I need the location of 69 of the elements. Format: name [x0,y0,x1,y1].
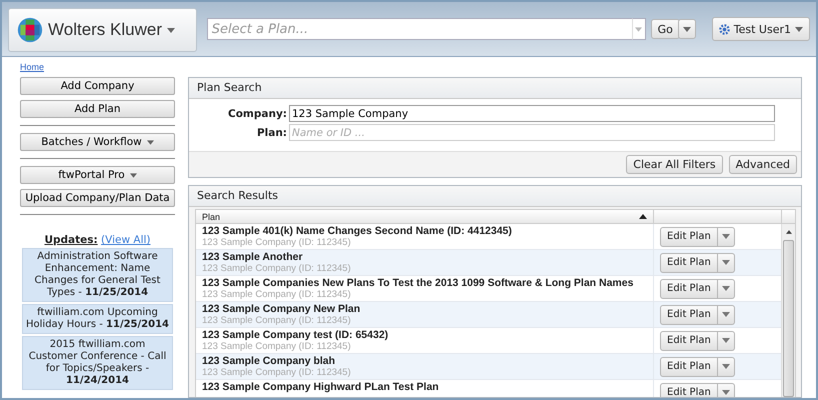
edit-plan-button[interactable]: Edit Plan [660,304,718,324]
plan-name[interactable]: 123 Sample Companies New Plans To Test the 2013 1099 Software & Long Plan Names [202,277,647,289]
update-item[interactable]: 2015 ftwilliam.com Customer Conference - Call for Topics/Speakers - 11/24/2014 [22,336,173,390]
logo-icon [17,17,43,43]
scroll-up-icon [786,230,792,234]
panel-title: Search Results [189,186,801,207]
edit-plan-button[interactable]: Edit Plan [660,382,718,397]
plan-name[interactable]: 123 Sample 401(k) Name Changes Second Name (ID: 4412345) [202,225,647,237]
update-item[interactable]: Administration Software Enhancement: Name Changes for General Test Types - 11/25/2014 [22,248,173,302]
edit-dropdown-button[interactable] [718,382,735,397]
sidebar-button[interactable]: Upload Company/Plan Data [20,189,175,207]
view-all-link[interactable]: (View All) [101,234,151,246]
caret-icon [146,140,154,144]
edit-dropdown-button[interactable] [718,304,735,324]
scrollbar[interactable] [781,224,795,397]
edit-plan-button[interactable]: Edit Plan [660,226,718,246]
plan-name[interactable]: 123 Sample Company New Plan [202,303,647,315]
updates-heading: Updates: [44,234,98,246]
filter-button[interactable]: Advanced [728,155,797,174]
caret-icon [722,234,730,239]
input-field[interactable]: 123 Sample Company [289,105,775,122]
sidebar-button[interactable]: Add Plan [20,100,175,118]
edit-plan-button[interactable]: Edit Plan [660,252,718,272]
company-name: 123 Sample Company (ID: 112345) [202,315,352,326]
caret-icon [722,338,730,343]
go-button[interactable]: Go [650,19,680,39]
plan-select-field[interactable]: Select a Plan... [206,18,632,40]
input-field[interactable]: Name or ID ... [289,124,775,141]
company-name: 123 Sample Company (ID: 112345) [202,341,352,352]
edit-plan-button[interactable]: Edit Plan [660,356,718,376]
edit-dropdown-button[interactable] [718,356,735,376]
field-label: Company: [227,108,287,120]
go-dropdown-button[interactable] [678,19,696,39]
update-item[interactable]: ftwilliam.com Upcoming Holiday Hours - 11/25/2014 [22,304,173,334]
sidebar-dropdown-button[interactable]: ftwPortal Pro [20,166,175,184]
caret-icon [167,28,175,32]
caret-icon [682,26,691,32]
sidebar-button[interactable]: Add Company [20,77,175,95]
caret-icon [130,172,137,178]
gear-icon [718,24,730,34]
caret-icon [722,364,730,369]
edit-plan-button[interactable]: Edit Plan [660,330,718,350]
caret-icon [795,26,803,32]
company-name: 123 Sample Company (ID: 112345) [202,289,352,300]
plan-name[interactable]: 123 Sample Company Highward PLan Test Plan [202,381,647,393]
caret-icon [722,312,730,317]
plan-name[interactable]: 123 Sample Company test (ID: 65432) [202,329,647,341]
sidebar-dropdown-button[interactable]: Batches / Workflow [20,133,175,151]
caret-icon [722,260,730,265]
edit-dropdown-button[interactable] [718,252,735,272]
company-name: 123 Sample Company (ID: 112345) [202,367,352,378]
company-name: 123 Sample Company (ID: 112345) [202,237,352,248]
field-label: Plan: [256,126,287,138]
caret-icon [722,390,730,395]
dropdown-toggle[interactable] [632,18,646,40]
edit-dropdown-button[interactable] [718,330,735,350]
edit-dropdown-button[interactable] [718,278,735,298]
home-link[interactable]: Home [20,62,44,72]
plan-name[interactable]: 123 Sample Company blah [202,355,647,367]
plan-name[interactable]: 123 Sample Another [202,251,647,263]
panel-title: Plan Search [189,78,801,99]
caret-icon [722,286,730,291]
caret-icon [635,26,642,32]
company-name: 123 Sample Company (ID: 112345) [202,263,352,274]
brand-menu-button[interactable]: Wolters Kluwer [8,8,197,52]
filter-button[interactable]: Clear All Filters [626,155,723,174]
user-menu-button[interactable]: Test User1 [712,17,810,41]
edit-dropdown-button[interactable] [718,226,735,246]
edit-plan-button[interactable]: Edit Plan [660,278,718,298]
